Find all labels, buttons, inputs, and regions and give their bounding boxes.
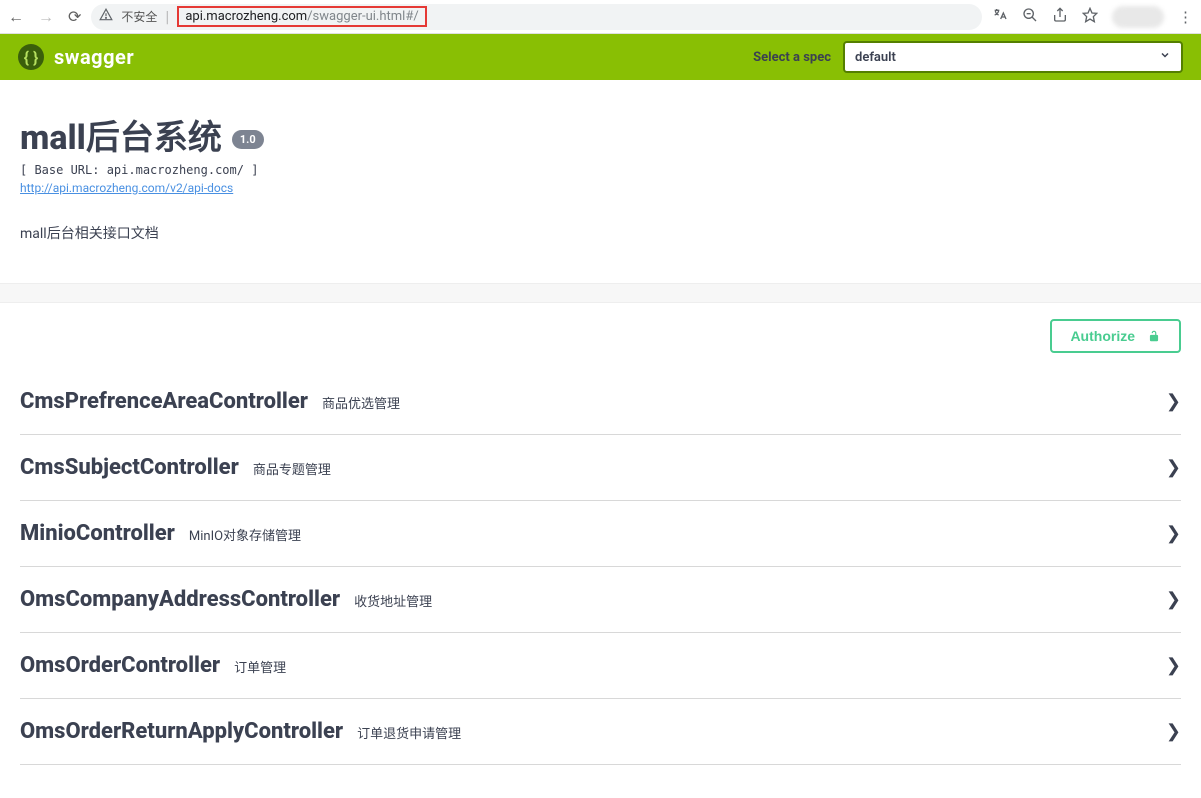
tag-name: OmsOrderController (20, 653, 220, 678)
chevron-right-icon: ❯ (1166, 391, 1181, 412)
tag-name: OmsOrderReturnApplyController (20, 719, 343, 744)
profile-avatar[interactable] (1112, 6, 1164, 28)
chevron-right-icon: ❯ (1166, 589, 1181, 610)
chevron-right-icon: ❯ (1166, 655, 1181, 676)
tag-row[interactable]: CmsSubjectController 商品专题管理 ❯ (20, 435, 1181, 501)
tag-name: CmsSubjectController (20, 455, 239, 480)
tag-description: 商品优选管理 (322, 393, 400, 412)
swagger-topbar: { } swagger Select a spec default (0, 34, 1201, 80)
zoom-icon[interactable] (1022, 7, 1038, 27)
chevron-right-icon: ❯ (1166, 457, 1181, 478)
tag-row[interactable]: CmsPrefrenceAreaController 商品优选管理 ❯ (20, 369, 1181, 435)
spec-label: Select a spec (753, 50, 831, 65)
api-info: mall后台系统 1.0 [ Base URL: api.macrozheng.… (0, 80, 1201, 283)
tag-name: CmsPrefrenceAreaController (20, 389, 308, 414)
page-title: mall后台系统 (20, 110, 222, 159)
forward-button[interactable]: → (38, 7, 54, 27)
translate-icon[interactable] (992, 7, 1008, 27)
back-button[interactable]: ← (8, 7, 24, 27)
authorize-label: Authorize (1070, 328, 1135, 344)
tag-description: 订单管理 (234, 657, 286, 676)
authorize-button[interactable]: Authorize (1050, 319, 1181, 353)
tag-description: MinIO对象存储管理 (189, 525, 301, 544)
bookmark-star-icon[interactable] (1082, 7, 1098, 27)
swagger-logo-icon: { } (18, 44, 44, 70)
chevron-right-icon: ❯ (1166, 721, 1181, 742)
tag-name: MinioController (20, 521, 175, 546)
reload-button[interactable]: ⟳ (68, 7, 81, 27)
tag-name: OmsCompanyAddressController (20, 587, 340, 612)
version-badge: 1.0 (232, 130, 264, 149)
tag-description: 订单退货申请管理 (357, 723, 461, 742)
tag-row[interactable]: OmsOrderReturnApplyController 订单退货申请管理 ❯ (20, 699, 1181, 765)
address-bar[interactable]: 不安全 | api.macrozheng.com /swagger-ui.htm… (91, 4, 982, 30)
chevron-down-icon (1159, 49, 1171, 65)
scheme-container: Authorize (0, 303, 1201, 369)
base-url: [ Base URL: api.macrozheng.com/ ] (20, 163, 1181, 177)
swagger-brand: swagger (54, 45, 134, 69)
tag-row[interactable]: OmsCompanyAddressController 收货地址管理 ❯ (20, 567, 1181, 633)
tag-row[interactable]: OmsOrderController 订单管理 ❯ (20, 633, 1181, 699)
spec-select[interactable]: default (843, 41, 1183, 73)
spec-select-value: default (855, 50, 896, 65)
tag-description: 商品专题管理 (253, 459, 331, 478)
section-divider (0, 283, 1201, 303)
share-icon[interactable] (1052, 7, 1068, 27)
api-description: mall后台相关接口文档 (20, 223, 1181, 243)
insecure-label: 不安全 (121, 8, 157, 25)
tag-row[interactable]: MinioController MinIO对象存储管理 ❯ (20, 501, 1181, 567)
browser-address-bar: ← → ⟳ 不安全 | api.macrozheng.com /swagger-… (0, 0, 1201, 34)
kebab-menu-icon[interactable]: ⋮ (1178, 8, 1193, 26)
api-docs-link[interactable]: http://api.macrozheng.com/v2/api-docs (20, 181, 1181, 195)
url-host: api.macrozheng.com (185, 9, 307, 24)
url-path: /swagger-ui.html#/ (307, 9, 419, 24)
tags-container: CmsPrefrenceAreaController 商品优选管理 ❯ CmsS… (0, 369, 1201, 795)
lock-icon (1147, 329, 1161, 343)
warning-icon (99, 8, 113, 26)
tag-description: 收货地址管理 (354, 591, 432, 610)
chevron-right-icon: ❯ (1166, 523, 1181, 544)
